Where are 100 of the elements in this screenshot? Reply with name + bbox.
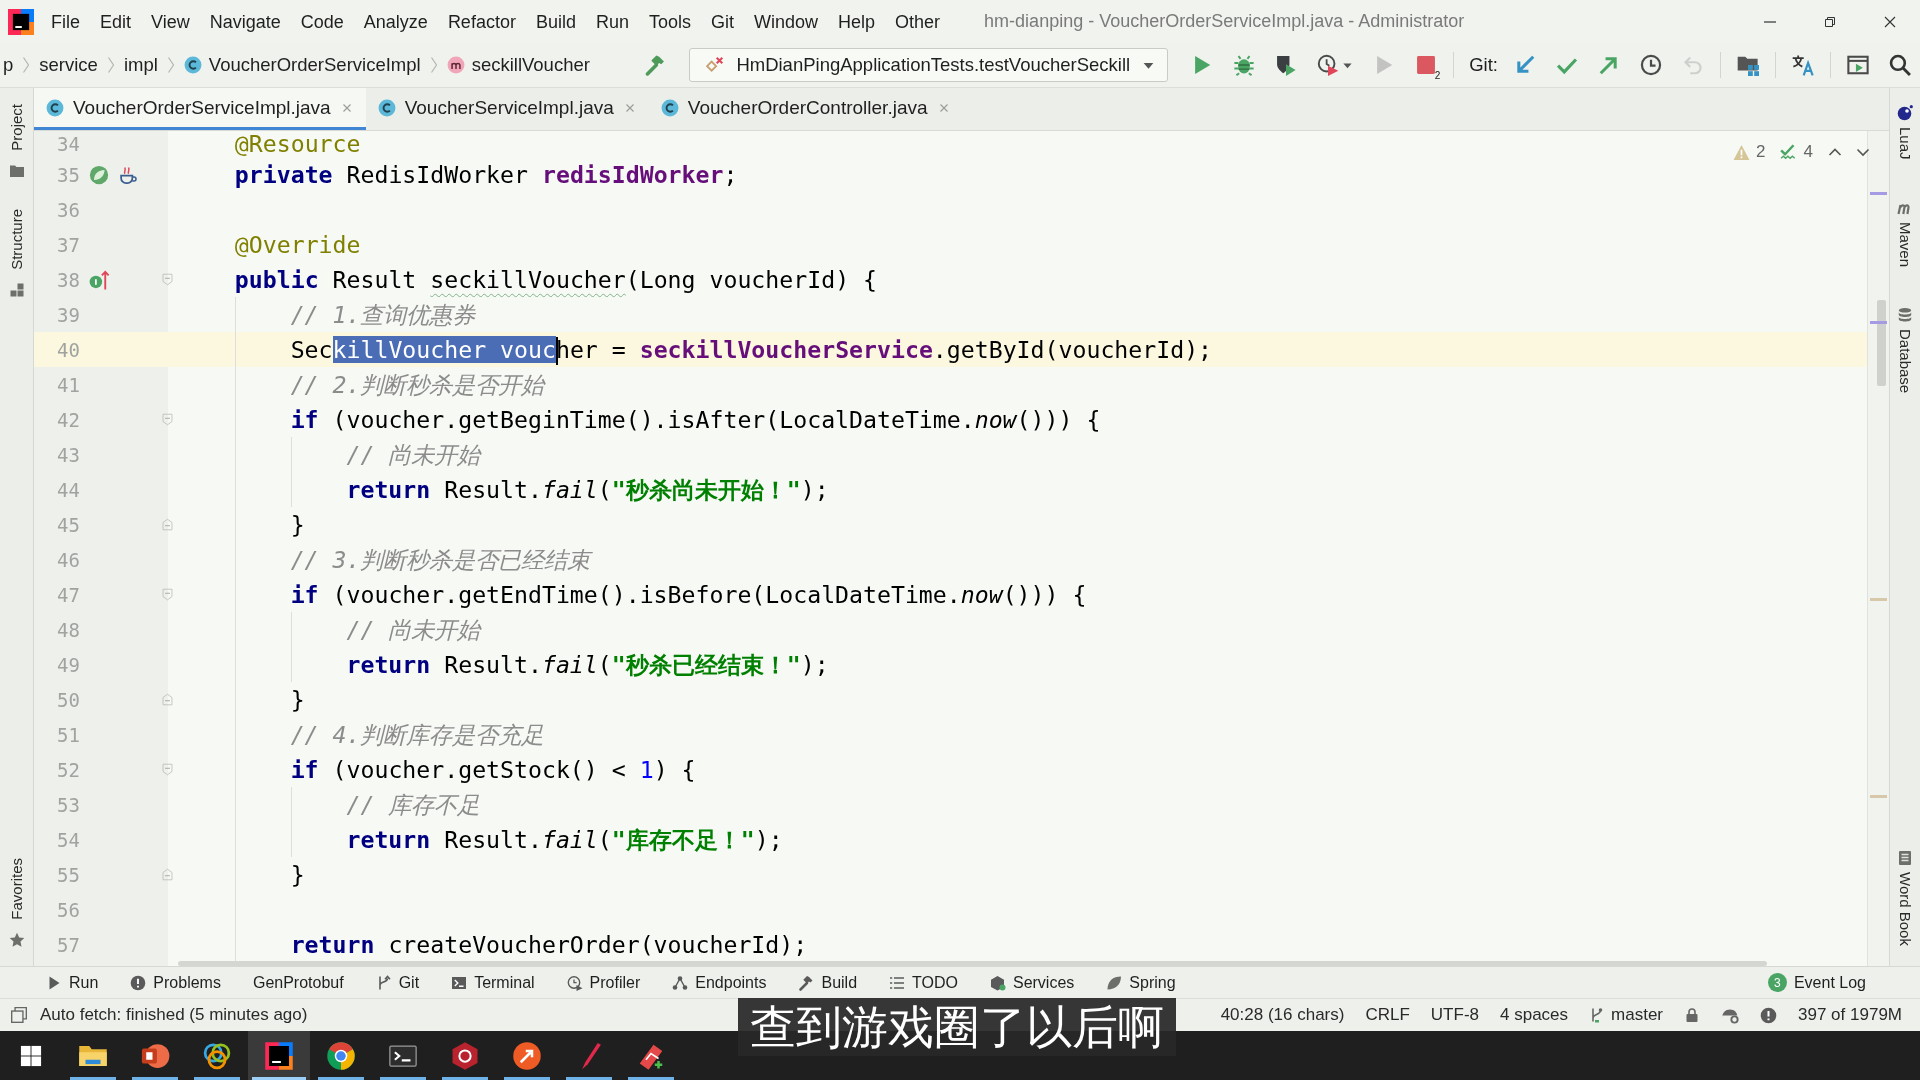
app-logo-icon (8, 8, 34, 35)
fold-toggle-icon[interactable] (161, 413, 174, 426)
line-number: 36 (56, 197, 81, 223)
breadcrumb-item[interactable]: VoucherOrderServiceImpl (183, 54, 421, 76)
git-branch-widget[interactable]: master (1589, 1005, 1664, 1025)
status-item[interactable]: 4 spaces (1500, 1005, 1569, 1025)
status-item[interactable]: UTF-8 (1430, 1005, 1479, 1025)
menu-item[interactable]: Refactor (437, 7, 526, 36)
scrollbar-thumb[interactable] (1877, 300, 1886, 386)
menu-item[interactable]: Navigate (199, 7, 291, 36)
status-item[interactable]: CRLF (1365, 1005, 1410, 1025)
menu-item[interactable]: Run (585, 7, 639, 36)
fold-toggle-icon[interactable] (161, 588, 174, 601)
tool-window-button[interactable]: Run (30, 967, 115, 998)
menu-item[interactable]: Analyze (353, 7, 438, 36)
code-line: // 3.判断秒杀是否已经结束 (290, 544, 591, 575)
tool-window-button[interactable]: Problems (114, 967, 237, 998)
status-item[interactable]: 40:28 (16 chars) (1220, 1005, 1345, 1025)
fold-toggle-icon[interactable] (161, 273, 174, 286)
fold-toggle-icon[interactable] (161, 868, 174, 881)
menu-item[interactable]: Code (290, 7, 354, 36)
line-number: 45 (56, 512, 81, 538)
tool-window-button[interactable]: Word Book (1896, 850, 1914, 946)
line-number: 44 (56, 477, 81, 503)
leaf-icon[interactable] (89, 164, 109, 185)
tool-window-button[interactable]: Favorites (8, 858, 25, 948)
code-line: // 4.判断库存是否充足 (290, 719, 545, 750)
tool-window-button[interactable]: GenProtobuf (236, 967, 360, 998)
structure-icon (8, 281, 25, 298)
chevron-right-icon (22, 56, 31, 74)
tool-window-button[interactable]: Database (1896, 306, 1914, 393)
tool-window-button[interactable]: Project (8, 104, 25, 179)
menu-item[interactable]: Edit (90, 7, 142, 36)
menu-item[interactable]: Git (701, 7, 744, 36)
line-number: 55 (56, 862, 81, 888)
editor-tab[interactable]: VoucherOrderServiceImpl.java (34, 88, 366, 130)
breadcrumb-item[interactable]: service (39, 54, 98, 76)
window-play-icon (1847, 54, 1869, 76)
panel-toggle-icon[interactable] (10, 1006, 28, 1024)
code-line: // 1.查询优惠券 (290, 299, 476, 330)
fold-toggle-icon[interactable] (161, 693, 174, 706)
warning-icon (1733, 143, 1751, 161)
class-icon (46, 98, 64, 117)
stop-button[interactable]: 2 (1408, 49, 1445, 81)
status-item[interactable]: 397 of 1979M (1798, 1005, 1902, 1025)
hat-gear-icon[interactable] (1721, 1006, 1740, 1024)
menu-item[interactable]: File (41, 7, 90, 36)
method-icon (446, 56, 465, 74)
tool-window-button[interactable]: TODO (873, 967, 974, 998)
coffee-cup-icon[interactable] (118, 164, 138, 185)
run-configuration-dropdown[interactable]: HmDianPingApplicationTests.testVoucherSeckill (689, 48, 1169, 82)
menu-item[interactable]: Other (885, 7, 951, 36)
tool-window-button[interactable]: Maven (1896, 199, 1914, 267)
tool-window-button[interactable]: Terminal (435, 967, 551, 998)
line-number: 57 (56, 932, 81, 958)
hammer-icon (644, 54, 667, 76)
exclamation-circle-icon[interactable] (1760, 1006, 1778, 1024)
shield-play-icon (1275, 54, 1298, 76)
menu-item[interactable]: Build (525, 7, 586, 36)
editor-tab[interactable]: VoucherOrderController.java (648, 88, 963, 130)
exclamation-circle-icon (130, 974, 147, 991)
tool-window-button[interactable]: Build (782, 967, 874, 998)
menu-item[interactable]: Help (828, 7, 886, 36)
breadcrumb-item[interactable]: impl (123, 54, 158, 76)
minimize-icon (1764, 20, 1776, 23)
tool-window-button[interactable]: Services (973, 967, 1091, 998)
breadcrumb-item[interactable]: seckillVoucher (446, 54, 590, 76)
tool-window-button[interactable]: 3 Event Log (1751, 967, 1882, 998)
menu-item[interactable]: View (141, 7, 200, 36)
tool-window-button[interactable]: Spring (1090, 967, 1192, 998)
line-number: 35 (56, 162, 81, 188)
tool-window-button[interactable]: Structure (8, 208, 25, 298)
warning-count[interactable]: 2 (1756, 142, 1766, 162)
lock-icon[interactable] (1684, 1007, 1701, 1023)
line-number: 53 (56, 792, 81, 818)
status-message: Auto fetch: finished (5 minutes ago) (40, 1005, 308, 1025)
line-number: 42 (56, 407, 81, 433)
tool-window-button[interactable]: Endpoints (656, 967, 783, 998)
line-number: 40 (56, 337, 81, 363)
code-line: // 2.判断秒杀是否开始 (290, 369, 545, 400)
menu-item[interactable]: Tools (638, 7, 701, 36)
taskbar-app-button[interactable] (248, 1031, 310, 1080)
fold-toggle-icon[interactable] (161, 763, 174, 776)
tool-window-button[interactable]: Git (359, 967, 436, 998)
tool-window-button[interactable]: LuaJ (1896, 105, 1914, 160)
fold-toggle-icon[interactable] (161, 518, 174, 531)
code-line: } (290, 684, 305, 715)
tool-window-button[interactable]: Profiler (550, 967, 657, 998)
line-number: 47 (56, 582, 81, 608)
line-number: 37 (56, 232, 81, 258)
line-number: 48 (56, 617, 81, 643)
up-arrow-marker-icon[interactable] (89, 269, 109, 290)
line-number: 49 (56, 652, 81, 678)
star-icon (8, 932, 25, 948)
menu-item[interactable]: Window (744, 7, 829, 36)
horizontal-scrollbar-thumb[interactable] (178, 961, 1767, 966)
code-line: public Result seckillVoucher(Long voucherId) { (234, 264, 877, 295)
check-count[interactable]: 4 (1803, 142, 1813, 162)
breadcrumb-item[interactable]: p (3, 54, 14, 76)
editor-tab[interactable]: VoucherServiceImpl.java (365, 88, 649, 130)
